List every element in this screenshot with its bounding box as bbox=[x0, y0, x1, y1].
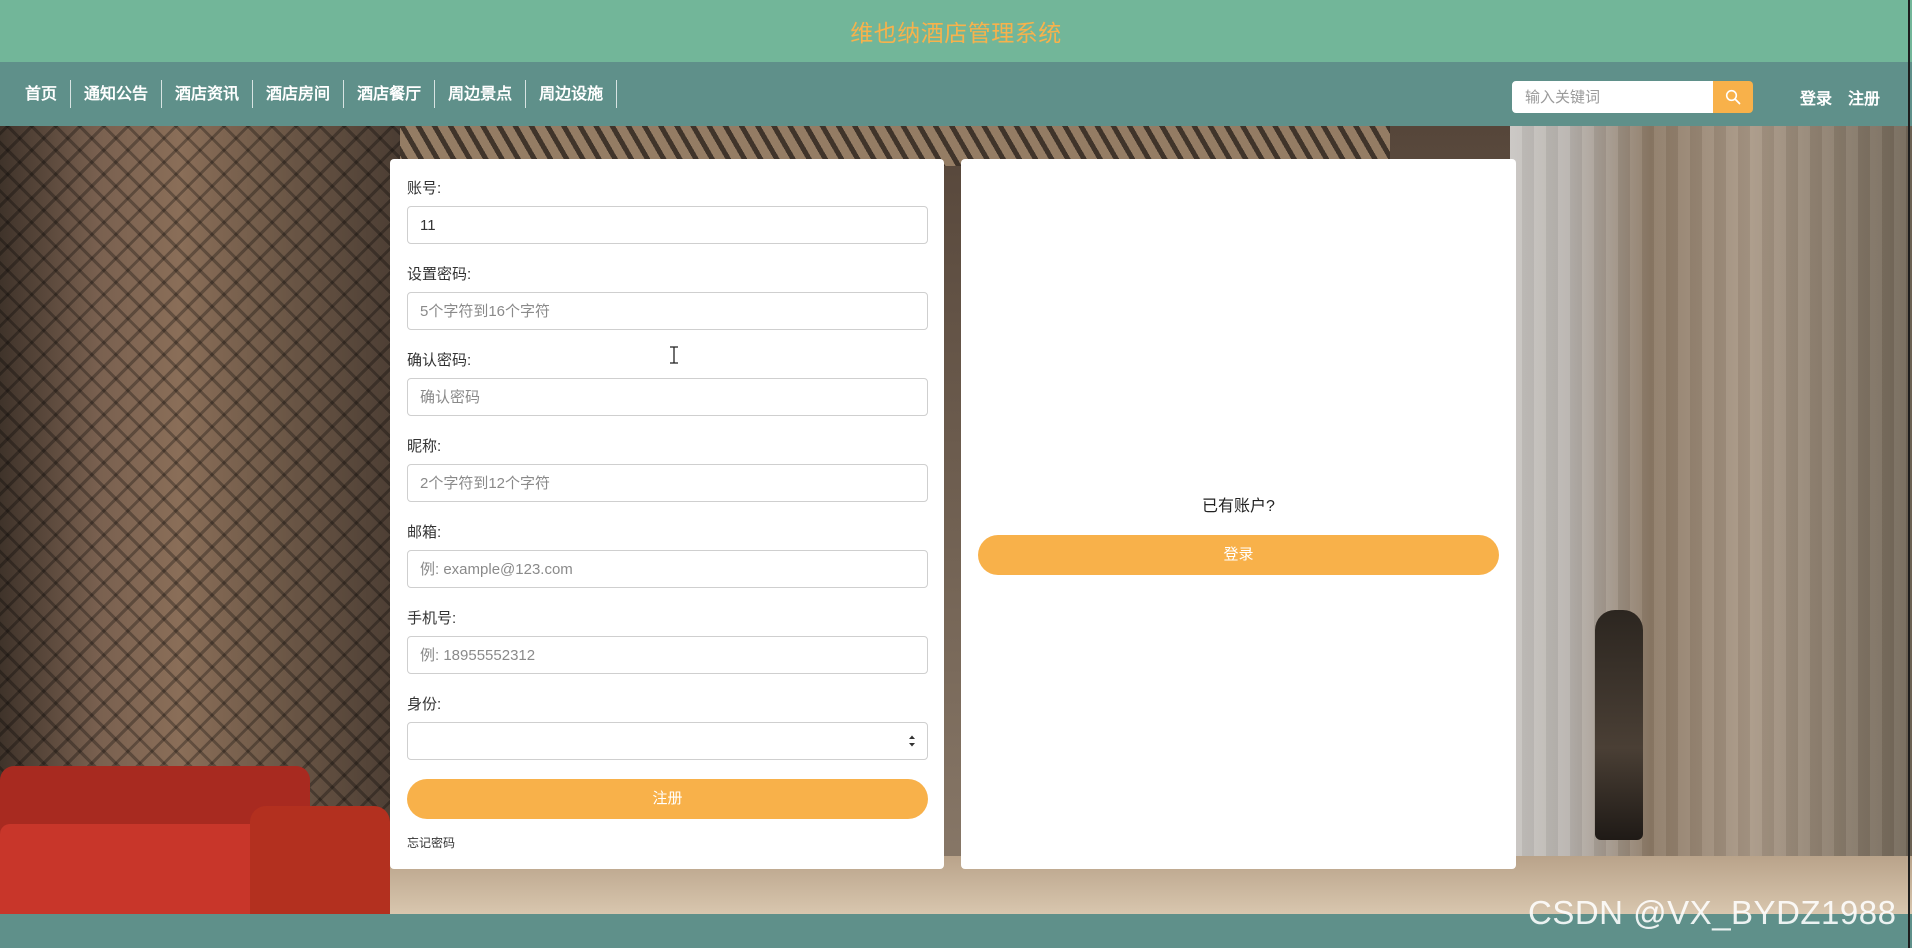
background-right-wall bbox=[1510, 126, 1912, 914]
search-input[interactable] bbox=[1512, 81, 1713, 113]
red-sofa bbox=[0, 766, 400, 914]
site-title: 维也纳酒店管理系统 bbox=[850, 21, 1062, 47]
main-navbar: 首页 通知公告 酒店资讯 酒店房间 酒店餐厅 周边景点 周边设施 登录 注册 bbox=[0, 62, 1912, 126]
nav-item-facilities[interactable]: 周边设施 bbox=[526, 80, 618, 108]
login-prompt-card: 已有账户? 登录 bbox=[961, 159, 1516, 869]
lobby-statue bbox=[1595, 610, 1643, 840]
nav-item-rooms[interactable]: 酒店房间 bbox=[253, 80, 345, 108]
nav-item-attractions[interactable]: 周边景点 bbox=[435, 80, 527, 108]
nickname-input[interactable] bbox=[407, 464, 928, 502]
select-arrows-icon bbox=[909, 735, 915, 747]
csdn-watermark: CSDN @VX_BYDZ1988 bbox=[1528, 894, 1897, 931]
account-input[interactable] bbox=[407, 206, 928, 244]
site-header: 维也纳酒店管理系统 bbox=[0, 0, 1912, 62]
password-label: 设置密码: bbox=[407, 266, 472, 283]
nav-item-home[interactable]: 首页 bbox=[12, 80, 72, 108]
search-icon bbox=[1725, 89, 1741, 105]
nav-item-hotel-news[interactable]: 酒店资讯 bbox=[162, 80, 254, 108]
nav-menu: 首页 通知公告 酒店资讯 酒店房间 酒店餐厅 周边景点 周边设施 bbox=[12, 80, 618, 108]
login-button[interactable]: 登录 bbox=[978, 535, 1499, 575]
role-select[interactable] bbox=[407, 722, 928, 760]
search-button[interactable] bbox=[1713, 81, 1753, 113]
header-login-link[interactable]: 登录 bbox=[1800, 85, 1832, 109]
confirm-password-input[interactable] bbox=[407, 378, 928, 416]
register-submit-button[interactable]: 注册 bbox=[407, 779, 928, 819]
email-label: 邮箱: bbox=[407, 524, 442, 541]
have-account-text: 已有账户? bbox=[1202, 498, 1275, 515]
register-form-card: 账号: 设置密码: 确认密码: 昵称: 邮箱: 手机号: 身份: 注册 忘记密码 bbox=[390, 159, 944, 869]
phone-input[interactable] bbox=[407, 636, 928, 674]
account-label: 账号: bbox=[407, 180, 442, 197]
phone-label: 手机号: bbox=[407, 610, 457, 627]
nickname-label: 昵称: bbox=[407, 438, 442, 455]
window-edge bbox=[1908, 0, 1910, 948]
auth-links: 登录 注册 bbox=[1800, 85, 1880, 109]
lobby-background-image: 账号: 设置密码: 确认密码: 昵称: 邮箱: 手机号: 身份: 注册 忘记密码… bbox=[0, 126, 1912, 914]
confirm-password-label: 确认密码: bbox=[407, 352, 472, 369]
role-label: 身份: bbox=[407, 696, 442, 713]
nav-item-restaurant[interactable]: 酒店餐厅 bbox=[344, 80, 436, 108]
text-cursor-icon bbox=[670, 346, 678, 364]
password-input[interactable] bbox=[407, 292, 928, 330]
forgot-password-link[interactable]: 忘记密码 bbox=[407, 834, 455, 851]
nav-item-notices[interactable]: 通知公告 bbox=[71, 80, 163, 108]
header-register-link[interactable]: 注册 bbox=[1848, 85, 1880, 109]
email-input[interactable] bbox=[407, 550, 928, 588]
